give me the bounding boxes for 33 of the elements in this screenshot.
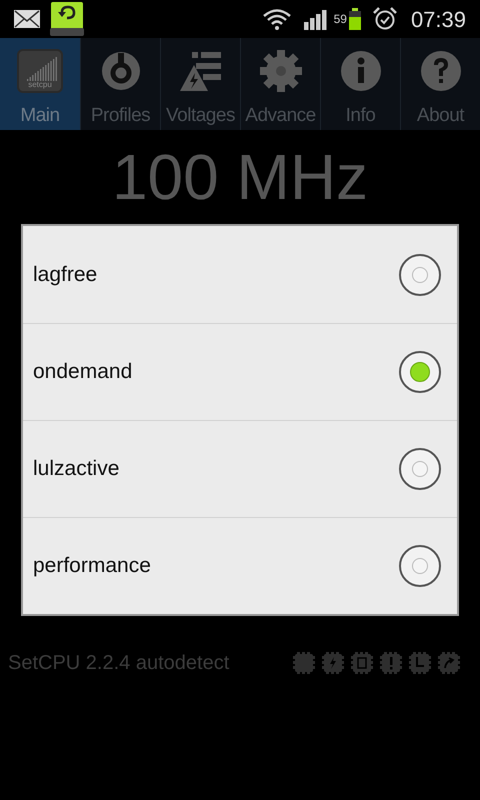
governor-option[interactable]: lulzactive [23,420,457,517]
gear-icon [258,48,302,93]
mail-icon [14,10,40,28]
governor-option[interactable]: lagfree [23,226,457,323]
chip-bolt-icon [322,652,344,674]
cpu-frequency: 100 MHz [112,140,368,215]
radio-button[interactable] [399,254,441,296]
signal-icon [304,8,328,30]
tab[interactable]: Info [320,38,400,130]
chip-alert-icon [380,652,402,674]
tab[interactable]: Profiles [80,38,160,130]
chip-icon [293,652,315,674]
radio-button[interactable] [399,545,441,587]
radio-button[interactable] [399,351,441,393]
clock-time: 07:39 [410,6,466,34]
tab[interactable]: setcpu Main [0,38,80,130]
radio-button[interactable] [399,448,441,490]
chip-clock-icon [409,652,431,674]
governor-option[interactable]: ondemand [23,323,457,420]
governor-option[interactable]: performance [23,517,457,614]
tab[interactable]: Voltages [160,38,240,130]
help-icon [420,50,462,92]
setcpu-logo-icon: setcpu [17,48,63,93]
chip-square-icon [351,652,373,674]
tab[interactable]: Advance [240,38,320,130]
wifi-icon [262,7,292,31]
battery-icon [348,8,361,30]
alarm-clock-icon [372,7,397,31]
battery-percent: 59 [334,11,347,28]
info-icon [340,50,382,92]
tab[interactable]: About [400,38,480,130]
app-notification-icon [50,2,84,36]
version-text: SetCPU 2.2.4 autodetect [8,651,230,676]
